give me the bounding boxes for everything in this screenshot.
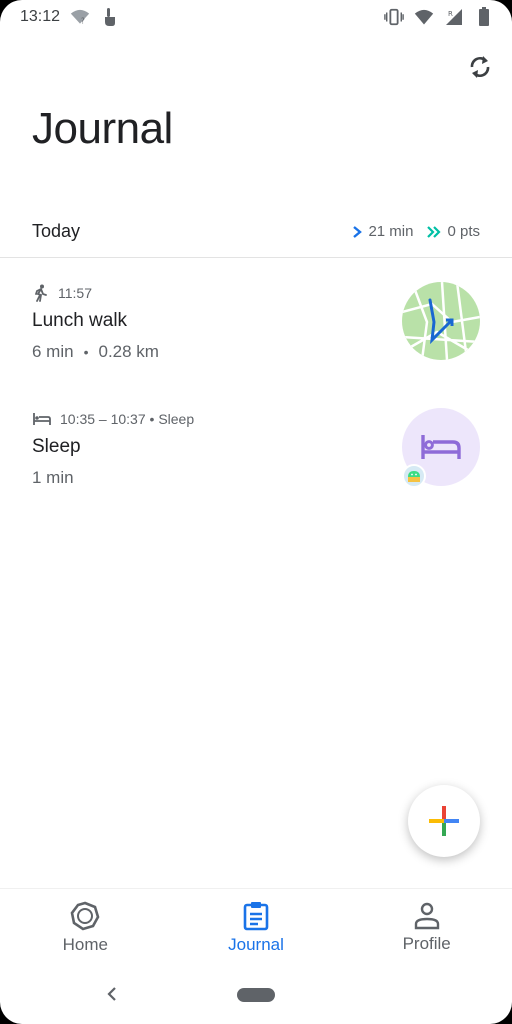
android-icon xyxy=(408,471,420,482)
page-title: Journal xyxy=(32,104,173,153)
status-time: 13:12 xyxy=(20,8,61,25)
source-app-badge xyxy=(402,464,426,488)
touch-icon xyxy=(100,7,120,27)
nav-item-journal[interactable]: Journal xyxy=(171,889,342,966)
nav-label-home: Home xyxy=(62,934,109,954)
entry-duration: 6 min xyxy=(32,342,74,361)
heart-points-stat: 0 pts xyxy=(427,223,480,240)
journal-icon xyxy=(243,901,269,930)
walk-icon xyxy=(35,284,47,302)
move-minutes-stat: 21 min xyxy=(352,223,413,240)
home-ring-icon xyxy=(70,901,100,930)
sync-icon xyxy=(470,56,490,78)
add-activity-button[interactable] xyxy=(408,785,480,857)
entry-separator: • xyxy=(83,344,89,360)
summary-label: Today xyxy=(32,221,81,241)
entry-distance: 0.28 km xyxy=(98,342,159,361)
today-summary-row[interactable]: Today 21 min 0 pts xyxy=(0,206,512,258)
signal-icon: R xyxy=(444,7,464,27)
bottom-navigation: Home Journal Profile xyxy=(0,888,512,966)
person-icon xyxy=(414,902,439,929)
bed-icon xyxy=(421,435,461,459)
wifi-unknown-icon: ? xyxy=(70,7,90,27)
svg-text:?: ? xyxy=(81,17,85,26)
status-bar: 13:12 ? R xyxy=(0,0,512,34)
move-minutes-value: 21 min xyxy=(368,223,414,240)
heart-points-icon xyxy=(427,225,442,238)
nav-label-profile: Profile xyxy=(402,933,451,953)
home-pill[interactable] xyxy=(237,988,275,1002)
sync-button[interactable] xyxy=(466,50,494,84)
back-icon[interactable] xyxy=(102,984,122,1004)
entry-time: 11:57 xyxy=(58,285,92,301)
nav-label-journal: Journal xyxy=(228,934,284,954)
app-screen: 13:12 ? R Journal Today 21 min 0 pts 11:… xyxy=(0,0,512,1024)
nav-item-profile[interactable]: Profile xyxy=(341,889,512,966)
journal-entry-sleep[interactable]: 10:35 – 10:37 • Sleep Sleep 1 min xyxy=(0,408,512,508)
map-thumbnail xyxy=(402,282,480,360)
battery-icon xyxy=(474,7,494,27)
entry-duration: 1 min xyxy=(32,468,74,487)
svg-text:R: R xyxy=(448,10,453,18)
plus-icon xyxy=(429,806,459,836)
nav-item-home[interactable]: Home xyxy=(0,889,171,966)
heart-points-value: 0 pts xyxy=(447,223,480,240)
summary-stats: 21 min 0 pts xyxy=(352,223,480,240)
bed-icon xyxy=(33,413,51,425)
entry-time: 10:35 – 10:37 • Sleep xyxy=(60,411,195,427)
move-minutes-icon xyxy=(353,225,363,238)
vibrate-icon xyxy=(384,7,404,27)
system-navigation-bar xyxy=(0,966,512,1024)
journal-entry-lunch-walk[interactable]: 11:57 Lunch walk 6 min • 0.28 km xyxy=(0,282,512,382)
wifi-icon xyxy=(414,7,434,27)
